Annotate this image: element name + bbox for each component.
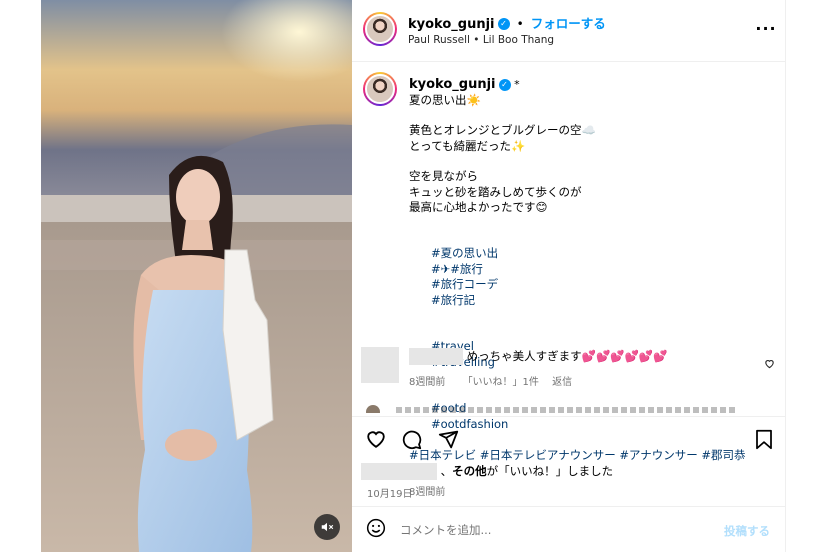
comment-meta: 8週間前 「いいね！」1件 返信 xyxy=(409,373,739,388)
music-track: Lil Boo Thang xyxy=(482,34,555,46)
caption-line-6: 最高に心地よかったです😊 xyxy=(409,200,548,214)
caption-line-1: 夏の思い出☀️ xyxy=(409,92,481,107)
comment-time[interactable]: 8週間前 xyxy=(409,377,445,388)
author-avatar[interactable] xyxy=(363,12,397,46)
comment-text: めっちゃ美人すぎます💕💕💕💕💕💕 xyxy=(466,349,668,363)
hashtag[interactable]: #旅行記 xyxy=(431,293,475,307)
hashtag[interactable]: #夏の思い出 xyxy=(431,246,498,260)
composer-divider xyxy=(352,506,786,507)
more-options-button[interactable]: ··· xyxy=(755,18,777,38)
caption-timestamp[interactable]: 8週間前 xyxy=(409,485,761,501)
emoji-button[interactable] xyxy=(365,518,387,542)
comment-like-button[interactable] xyxy=(762,356,776,370)
emoji-icon xyxy=(366,518,386,542)
follow-button[interactable]: フォローする xyxy=(531,16,606,31)
hashtag[interactable]: #旅行コーデ xyxy=(431,277,498,291)
music-artist: Paul Russell xyxy=(408,34,470,46)
liker-username[interactable] xyxy=(361,463,437,480)
author-username[interactable]: kyoko_gunji xyxy=(408,17,495,32)
commenter-avatar[interactable] xyxy=(361,347,399,383)
audio-attribution[interactable]: Paul Russell • Lil Boo Thang xyxy=(408,34,738,46)
mute-button[interactable] xyxy=(314,514,340,540)
comment-button[interactable] xyxy=(399,429,423,453)
bookmark-icon xyxy=(755,429,773,454)
caption-avatar[interactable] xyxy=(363,72,397,106)
post-date[interactable]: 10月19日 xyxy=(367,485,412,500)
caption: kyoko_gunji ✓ * 夏の思い出☀️ 黄色とオレンジとブルグレーの空☁️… xyxy=(409,77,761,500)
post-photo[interactable] xyxy=(41,0,352,552)
hashtag[interactable]: #日本テレビアナウンサー xyxy=(480,448,616,462)
caption-line-4: 空を見ながら xyxy=(409,169,478,183)
post-header: kyoko_gunji ✓ • フォローする Paul Russell • Lil… xyxy=(408,13,738,46)
header-divider xyxy=(352,61,786,62)
comments-divider xyxy=(352,416,786,417)
caption-line-2: 黄色とオレンジとブルグレーの空☁️ xyxy=(409,123,596,137)
heart-icon xyxy=(365,428,387,454)
post-comment-button[interactable]: 投稿する xyxy=(724,523,770,539)
hashtag[interactable]: #郡司恭 xyxy=(701,448,745,462)
comment-likes[interactable]: 「いいね！」1件 xyxy=(463,377,539,388)
share-button[interactable] xyxy=(436,429,460,453)
reply-button[interactable]: 返信 xyxy=(552,377,572,388)
caption-username[interactable]: kyoko_gunji xyxy=(409,77,496,92)
separator-dot: • xyxy=(516,17,524,31)
caption-asterisk: * xyxy=(514,78,520,91)
caption-line-3: とっても綺麗だった✨ xyxy=(409,138,526,153)
hashtag[interactable]: #旅行 xyxy=(450,262,483,276)
likes-summary-text[interactable]: 、その他が「いいね！」しました xyxy=(441,464,614,478)
hashtag[interactable]: #アナウンサー xyxy=(619,448,697,462)
hashtags-row-4: #日本テレビ #日本テレビアナウンサー #アナウンサー #郡司恭 xyxy=(409,448,761,464)
verified-icon: ✓ xyxy=(497,17,510,30)
comment-input[interactable] xyxy=(400,521,700,539)
likes-summary: 、その他が「いいね！」しました xyxy=(361,463,761,480)
hashtag[interactable]: #✈ xyxy=(431,262,450,276)
caption-line-5: キュッと砂を踏みしめて歩くのが xyxy=(409,184,582,199)
post-side-panel: kyoko_gunji ✓ • フォローする Paul Russell • Lil… xyxy=(352,0,786,552)
commenter-username[interactable] xyxy=(409,348,463,365)
next-comment-clipped xyxy=(366,405,766,413)
heart-outline-icon xyxy=(764,354,775,373)
more-icon: ··· xyxy=(755,18,777,38)
likes-others: その他 xyxy=(452,464,487,478)
comment: めっちゃ美人すぎます💕💕💕💕💕💕 xyxy=(409,348,739,365)
share-icon xyxy=(438,429,459,454)
beach-portrait-image xyxy=(41,0,352,552)
mute-icon xyxy=(320,520,334,534)
like-button[interactable] xyxy=(364,429,388,453)
caption-verified-icon: ✓ xyxy=(498,78,511,91)
comment-icon xyxy=(401,429,422,454)
music-dot: • xyxy=(473,34,480,46)
hashtags-row-1: #夏の思い出 #✈#旅行 #旅行コーデ #旅行記 xyxy=(409,231,761,324)
save-button[interactable] xyxy=(752,429,776,453)
